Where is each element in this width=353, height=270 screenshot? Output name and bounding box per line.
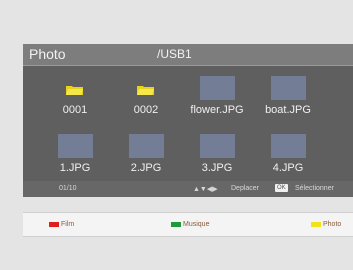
page-title: Photo — [29, 46, 66, 62]
image-thumbnail — [200, 76, 235, 100]
current-path: /USB1 — [157, 47, 192, 61]
media-browser-panel: Photo /USB1 0001 0002 flower.JPG boat.JP… — [23, 44, 353, 197]
image-thumbnail — [129, 134, 164, 158]
grid-item-folder[interactable]: 0001 — [40, 66, 110, 120]
grid-item-label: flower.JPG — [190, 104, 244, 116]
film-key[interactable]: Film — [49, 221, 74, 228]
grid-item-label: 1.JPG — [59, 162, 91, 174]
move-hint-label: Deplacer — [231, 185, 260, 192]
grid-item-label: 4.JPG — [272, 162, 304, 174]
green-key-icon — [171, 222, 181, 227]
grid-item-image[interactable]: 3.JPG — [182, 124, 252, 178]
grid-item-label: boat.JPG — [265, 104, 311, 116]
photo-key-label: Photo — [323, 221, 342, 228]
grid-item-label: 2.JPG — [130, 162, 162, 174]
music-key-label: Musique — [183, 221, 210, 228]
select-hint-label: Sélectionner — [295, 185, 334, 192]
grid-item-image[interactable]: 1.JPG — [40, 124, 110, 178]
color-key-bar: Film Musique Photo — [23, 212, 353, 237]
grid-item-label: 0002 — [133, 104, 159, 116]
image-thumbnail — [58, 134, 93, 158]
film-key-label: Film — [61, 221, 75, 228]
image-thumbnail — [271, 134, 306, 158]
grid-item-image[interactable]: 2.JPG — [111, 124, 181, 178]
photo-key[interactable]: Photo — [311, 221, 341, 228]
image-thumbnail — [271, 76, 306, 100]
ok-key-badge: OK — [275, 184, 288, 192]
file-grid: 0001 0002 flower.JPG boat.JPG 1.JPG 2.JP… — [23, 66, 353, 180]
folder-icon — [137, 85, 154, 95]
folder-icon — [66, 85, 83, 95]
grid-item-label: 0001 — [62, 104, 88, 116]
grid-item-image[interactable]: flower.JPG — [182, 66, 252, 120]
status-footer: 01/10 ▲▼◀▶ Deplacer OK Sélectionner — [23, 181, 353, 197]
yellow-key-icon — [311, 222, 321, 227]
nav-arrows-icon: ▲▼◀▶ — [193, 186, 218, 193]
music-key[interactable]: Musique — [171, 221, 209, 228]
red-key-icon — [49, 222, 59, 227]
panel-header: Photo /USB1 — [23, 44, 353, 66]
grid-item-image[interactable]: 4.JPG — [253, 124, 323, 178]
grid-item-image[interactable]: boat.JPG — [253, 66, 323, 120]
grid-item-label: 3.JPG — [201, 162, 233, 174]
image-thumbnail — [200, 134, 235, 158]
item-counter: 01/10 — [59, 185, 77, 192]
grid-item-folder[interactable]: 0002 — [111, 66, 181, 120]
